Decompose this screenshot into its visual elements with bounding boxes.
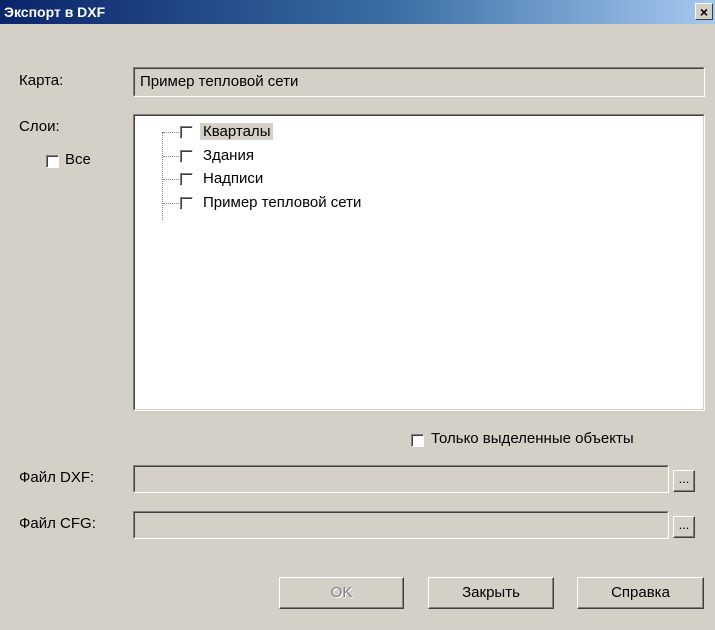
- layer-checkbox-primer[interactable]: [180, 197, 193, 210]
- only-selected-checkbox[interactable]: [411, 434, 424, 447]
- layer-checkbox-zdaniya[interactable]: [180, 150, 193, 163]
- title-bar: Экспорт в DXF ×: [0, 0, 715, 24]
- layers-label: Слои:: [19, 118, 60, 135]
- layers-tree[interactable]: Кварталы Здания Надписи Пример тепловой …: [133, 114, 705, 411]
- cfg-file-input[interactable]: [133, 511, 669, 539]
- dxf-file-label: Файл DXF:: [19, 469, 95, 486]
- close-icon[interactable]: ×: [695, 3, 713, 20]
- all-layers-label: Все: [65, 151, 91, 168]
- map-value: Пример тепловой сети: [140, 73, 299, 90]
- cfg-file-label: Файл CFG:: [19, 515, 96, 532]
- window-title: Экспорт в DXF: [4, 4, 106, 20]
- only-selected-label: Только выделенные объекты: [431, 430, 634, 447]
- layer-label-primer: Пример тепловой сети: [203, 194, 362, 211]
- layer-label-zdaniya: Здания: [203, 147, 254, 164]
- dxf-browse-button[interactable]: ...: [673, 470, 695, 492]
- ok-button[interactable]: OK: [279, 577, 404, 609]
- help-button[interactable]: Справка: [577, 577, 704, 609]
- dxf-file-input[interactable]: [133, 465, 669, 493]
- close-button[interactable]: Закрыть: [428, 577, 554, 609]
- layer-checkbox-kvartaly[interactable]: [180, 126, 193, 139]
- layer-checkbox-nadpisi[interactable]: [180, 173, 193, 186]
- map-label: Карта:: [19, 72, 64, 89]
- all-layers-checkbox[interactable]: [46, 155, 59, 168]
- tree-connector: [162, 132, 163, 220]
- map-field: Пример тепловой сети: [133, 67, 705, 97]
- layer-label-kvartaly: Кварталы: [200, 123, 274, 140]
- cfg-browse-button[interactable]: ...: [673, 516, 695, 538]
- layer-label-nadpisi: Надписи: [203, 170, 264, 187]
